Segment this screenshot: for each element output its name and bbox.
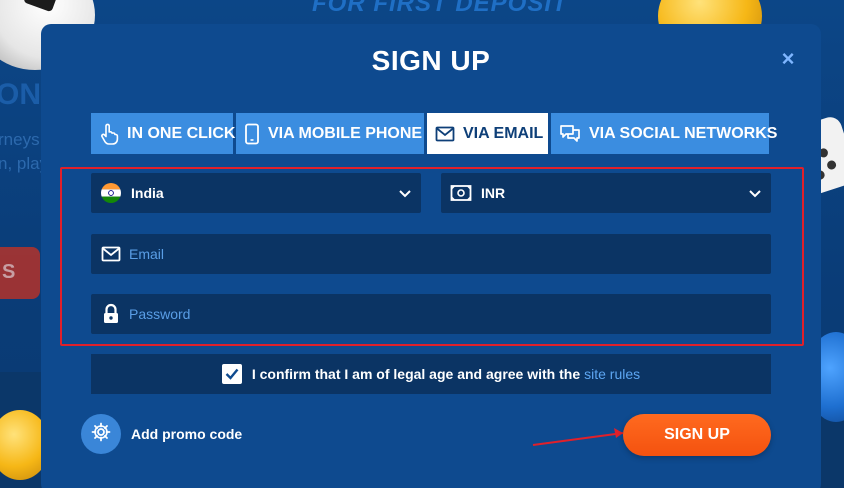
tab-label: VIA EMAIL [463, 124, 544, 142]
legal-age-confirmation: I confirm that I am of legal age and agr… [91, 354, 771, 394]
promo-code-button[interactable] [81, 414, 121, 454]
gear-icon [91, 422, 111, 447]
close-icon: × [781, 46, 795, 71]
envelope-icon [435, 122, 455, 146]
country-select[interactable]: India [91, 173, 421, 213]
currency-value: INR [481, 185, 506, 201]
email-field[interactable] [91, 234, 771, 274]
tab-label: VIA SOCIAL NETWORKS [589, 124, 778, 142]
lock-icon [99, 302, 123, 326]
agree-label: I confirm that I am of legal age and agr… [251, 366, 581, 382]
signup-modal: SIGN UP × IN ONE CLICK VIA MOBILE PHONE … [41, 24, 821, 488]
close-button[interactable]: × [777, 48, 799, 70]
password-input[interactable] [129, 294, 771, 334]
hand-pointer-icon [99, 122, 119, 146]
password-field[interactable] [91, 294, 771, 334]
background-banner-text: FOR FIRST DEPOSIT [312, 0, 568, 17]
tab-mobile-phone[interactable]: VIA MOBILE PHONE [236, 113, 424, 154]
country-value: India [131, 185, 164, 201]
chevron-down-icon [747, 185, 763, 201]
modal-title: SIGN UP [371, 45, 491, 76]
tab-email[interactable]: VIA EMAIL [427, 113, 548, 154]
chat-icon [559, 122, 581, 146]
india-flag-icon [99, 181, 123, 205]
agree-text: I confirm that I am of legal age and agr… [252, 366, 640, 382]
currency-select[interactable]: INR [441, 173, 771, 213]
site-rules-link[interactable]: site rules [584, 366, 640, 382]
legal-age-checkbox[interactable] [221, 364, 242, 384]
banknote-icon [449, 181, 473, 205]
phone-icon [244, 122, 260, 146]
signup-submit-button[interactable]: SIGN UP [623, 414, 771, 456]
chevron-down-icon [397, 185, 413, 201]
signup-method-tabs: IN ONE CLICK VIA MOBILE PHONE VIA EMAIL … [91, 113, 777, 154]
envelope-icon [99, 242, 123, 266]
promo-code-label[interactable]: Add promo code [131, 426, 242, 442]
tab-label: VIA MOBILE PHONE [268, 124, 423, 142]
tab-label: IN ONE CLICK [127, 124, 236, 142]
email-input[interactable] [129, 234, 771, 274]
tab-social-networks[interactable]: VIA SOCIAL NETWORKS [551, 113, 777, 154]
tab-one-click[interactable]: IN ONE CLICK [91, 113, 236, 154]
background-button: S [0, 247, 40, 299]
